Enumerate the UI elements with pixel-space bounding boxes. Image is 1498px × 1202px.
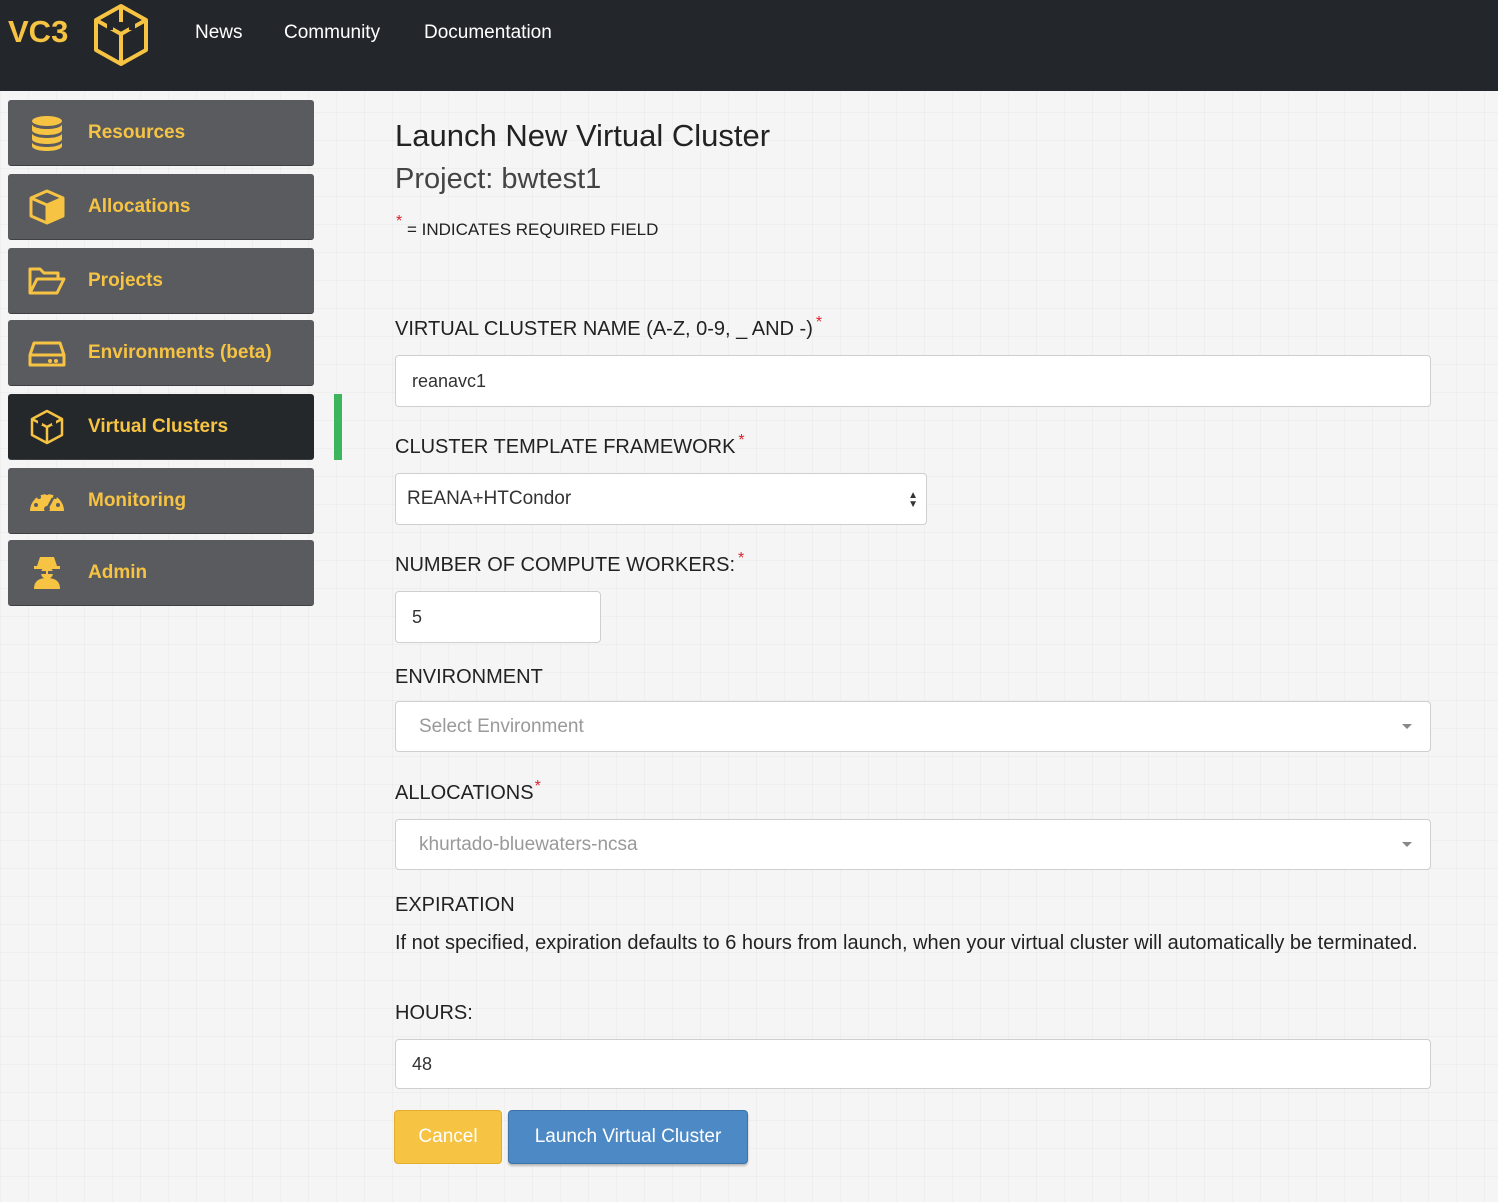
sidebar-item-virtual-clusters[interactable]: Virtual Clusters <box>8 394 314 460</box>
sidebar-item-monitoring[interactable]: Monitoring <box>8 468 314 534</box>
allocations-dropdown[interactable]: khurtado-bluewaters-ncsa <box>395 819 1431 870</box>
cluster-name-input[interactable]: reanavc1 <box>395 355 1431 407</box>
workers-input[interactable]: 5 <box>395 591 601 643</box>
required-note: * = INDICATES REQUIRED FIELD <box>396 213 659 240</box>
allocations-value: khurtado-bluewaters-ncsa <box>419 833 638 855</box>
sidebar-item-label: Projects <box>88 270 163 291</box>
expiration-label: EXPIRATION <box>395 894 515 916</box>
top-navbar: VC3 News Community Documentation <box>0 0 1498 91</box>
chevron-down-icon <box>1402 724 1412 729</box>
sidebar-item-label: Resources <box>88 122 186 143</box>
cluster-name-label-text: VIRTUAL CLUSTER NAME (A-Z, 0-9, _ AND -) <box>395 318 813 340</box>
sidebar-item-label: Allocations <box>88 196 191 217</box>
sidebar-item-label: Virtual Clusters <box>88 416 229 437</box>
framework-label: CLUSTER TEMPLATE FRAMEWORK * <box>395 432 745 459</box>
framework-select[interactable]: REANA+HTCondor ▲ ▼ <box>395 473 927 525</box>
chevron-down-icon <box>1402 842 1412 847</box>
framework-select-value: REANA+HTCondor <box>407 488 572 509</box>
hours-input[interactable]: 48 <box>395 1039 1431 1089</box>
database-icon <box>32 116 62 151</box>
hex-cube-logo[interactable] <box>88 2 154 68</box>
cube-icon <box>29 189 65 225</box>
nav-documentation-link[interactable]: Documentation <box>424 22 552 44</box>
required-star: * <box>738 550 745 567</box>
required-star: * <box>534 778 541 795</box>
gauge-icon <box>30 491 64 512</box>
required-star: * <box>815 314 823 331</box>
hex-cube-icon <box>30 409 64 445</box>
framework-label-text: CLUSTER TEMPLATE FRAMEWORK <box>395 436 736 458</box>
active-item-marker <box>334 394 342 460</box>
required-note-text: = INDICATES REQUIRED FIELD <box>406 220 659 239</box>
hours-label: HOURS: <box>395 1002 473 1024</box>
sidebar-item-admin[interactable]: Admin <box>8 540 314 606</box>
expiration-description: If not specified, expiration defaults to… <box>395 932 1418 954</box>
nav-community-link[interactable]: Community <box>284 22 380 44</box>
sidebar-item-label: Admin <box>88 562 148 583</box>
user-secret-icon <box>34 557 60 589</box>
sidebar-item-projects[interactable]: Projects <box>8 248 314 314</box>
sidebar-item-environments[interactable]: Environments (beta) <box>8 320 314 386</box>
sidebar-item-label: Environments (beta) <box>88 342 272 363</box>
required-star: * <box>396 213 403 230</box>
folder-open-icon <box>28 267 66 295</box>
allocations-label: ALLOCATIONS* <box>395 778 541 805</box>
hard-drive-icon <box>28 341 66 367</box>
brand-name[interactable]: VC3 <box>8 14 68 50</box>
workers-label: NUMBER OF COMPUTE WORKERS: * <box>395 550 744 577</box>
environment-label: ENVIRONMENT <box>395 666 543 688</box>
required-star: * <box>738 432 745 449</box>
launch-virtual-cluster-button[interactable]: Launch Virtual Cluster <box>508 1110 748 1164</box>
nav-news-link[interactable]: News <box>195 22 243 44</box>
cluster-name-label: VIRTUAL CLUSTER NAME (A-Z, 0-9, _ AND -)… <box>395 314 822 341</box>
environment-dropdown[interactable]: Select Environment <box>395 701 1431 752</box>
sidebar-item-label: Monitoring <box>88 490 187 511</box>
page-title: Launch New Virtual Cluster <box>395 118 771 153</box>
sidebar-item-allocations[interactable]: Allocations <box>8 174 314 240</box>
select-updown-icon: ▲ ▼ <box>908 490 918 510</box>
allocations-label-text: ALLOCATIONS <box>395 782 534 804</box>
cancel-button[interactable]: Cancel <box>394 1110 502 1164</box>
project-subtitle: Project: bwtest1 <box>395 163 602 195</box>
workers-label-text: NUMBER OF COMPUTE WORKERS: <box>395 554 736 576</box>
sidebar-item-resources[interactable]: Resources <box>8 100 314 166</box>
environment-placeholder: Select Environment <box>419 715 584 737</box>
